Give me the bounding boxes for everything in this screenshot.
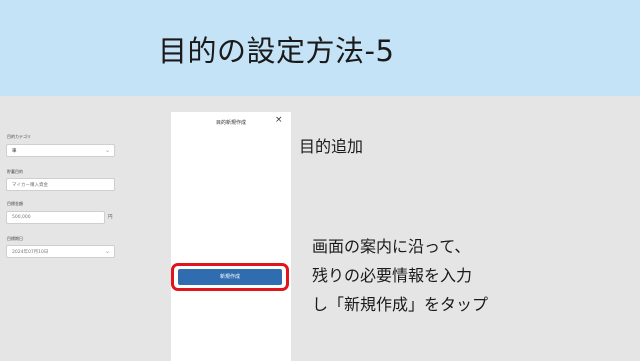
slide-title: 目的の設定方法-5 bbox=[158, 34, 395, 68]
step-title: 目的追加 bbox=[299, 137, 364, 156]
category-select[interactable]: 車 ⌄ bbox=[6, 144, 115, 157]
date-value: 2024年07月10日 bbox=[12, 250, 49, 255]
category-value: 車 bbox=[12, 149, 17, 154]
amount-input[interactable]: 500,000 bbox=[6, 211, 105, 224]
date-select[interactable]: 2024年07月10日 ⌄ bbox=[6, 245, 115, 258]
date-label: 目標期日 bbox=[7, 236, 23, 241]
purpose-label: 貯蓄目的 bbox=[7, 169, 23, 174]
instruction-line-1: 画面の案内に沿って、 bbox=[312, 237, 471, 256]
amount-unit: 円 bbox=[108, 215, 113, 220]
chevron-down-icon: ⌄ bbox=[104, 248, 110, 255]
amount-value: 500,000 bbox=[12, 215, 31, 220]
instruction-line-3: し「新規作成」をタップ bbox=[312, 295, 489, 314]
highlight-frame bbox=[171, 263, 289, 291]
instruction-line-2: 残りの必要情報を入力 bbox=[312, 266, 473, 285]
phone-screen: 目的新規作成 × bbox=[171, 112, 291, 361]
chevron-down-icon: ⌄ bbox=[104, 147, 110, 154]
purpose-value: マイカー購入資金 bbox=[12, 183, 48, 188]
purpose-input[interactable]: マイカー購入資金 bbox=[6, 178, 115, 191]
slide-header: 目的の設定方法-5 bbox=[0, 0, 640, 96]
form-title: 目的新規作成 bbox=[215, 120, 246, 126]
category-label: 目的カテゴリ bbox=[7, 134, 31, 139]
close-icon[interactable]: × bbox=[275, 115, 283, 125]
amount-label: 目標金額 bbox=[7, 201, 23, 206]
